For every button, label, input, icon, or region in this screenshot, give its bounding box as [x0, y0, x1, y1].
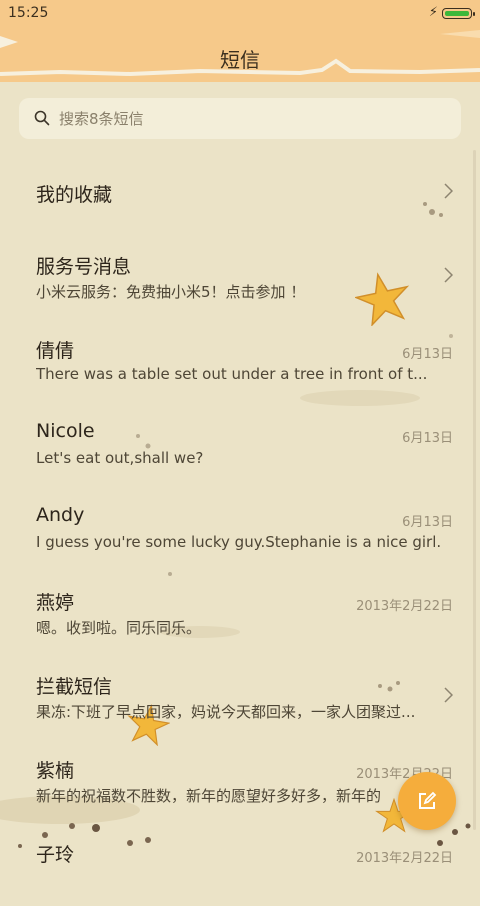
conversation-name: 燕婷: [36, 592, 75, 614]
conversation-name: 紫楠: [36, 760, 75, 782]
conversation-preview: I guess you're some lucky guy.Stephanie …: [36, 533, 442, 551]
compose-icon: [419, 791, 437, 809]
chevron-right-icon: [444, 183, 453, 199]
list-item[interactable]: Andy 6月13日 I guess you're some lucky guy…: [0, 486, 480, 570]
conversation-date: 6月13日: [402, 347, 453, 362]
conversation-date: 2013年2月22日: [356, 851, 453, 866]
conversation-preview: 嗯。收到啦。同乐同乐。: [36, 619, 202, 637]
list-item[interactable]: 子玲 2013年2月22日: [0, 822, 480, 906]
conversation-date: 6月13日: [402, 515, 453, 530]
conversation-date: 2013年2月22日: [356, 599, 453, 614]
conversation-name: 子玲: [36, 844, 75, 866]
conversation-name: 我的收藏: [36, 184, 113, 206]
conversation-name: 拦截短信: [36, 676, 113, 698]
conversation-preview: 小米云服务：免费抽小米5！点击参加 ！: [36, 283, 306, 301]
conversation-name: Andy: [36, 504, 85, 526]
conversation-preview: Let's eat out,shall we?: [36, 449, 204, 467]
list-item[interactable]: 倩倩 6月13日 There was a table set out under…: [0, 318, 480, 402]
conversation-name: 倩倩: [36, 340, 75, 362]
list-item[interactable]: Nicole 6月13日 Let's eat out,shall we?: [0, 402, 480, 486]
list-item[interactable]: 燕婷 2013年2月22日 嗯。收到啦。同乐同乐。: [0, 570, 480, 654]
list-item[interactable]: 我的收藏: [0, 150, 480, 234]
conversation-preview: 果冻:下班了早点回家，妈说今天都回来，一家人团聚过...: [36, 703, 416, 721]
list-item[interactable]: 拦截短信 果冻:下班了早点回家，妈说今天都回来，一家人团聚过...: [0, 654, 480, 738]
conversation-preview: There was a table set out under a tree i…: [36, 365, 428, 383]
conversation-name: Nicole: [36, 420, 95, 442]
list-item[interactable]: 服务号消息 小米云服务：免费抽小米5！点击参加 ！: [0, 234, 480, 318]
compose-button[interactable]: [398, 772, 456, 830]
chevron-right-icon: [444, 267, 453, 283]
conversation-name: 服务号消息: [36, 256, 132, 278]
chevron-right-icon: [444, 687, 453, 703]
conversation-preview: 新年的祝福数不胜数，新年的愿望好多好多，新年的: [36, 787, 382, 805]
conversation-date: 6月13日: [402, 431, 453, 446]
